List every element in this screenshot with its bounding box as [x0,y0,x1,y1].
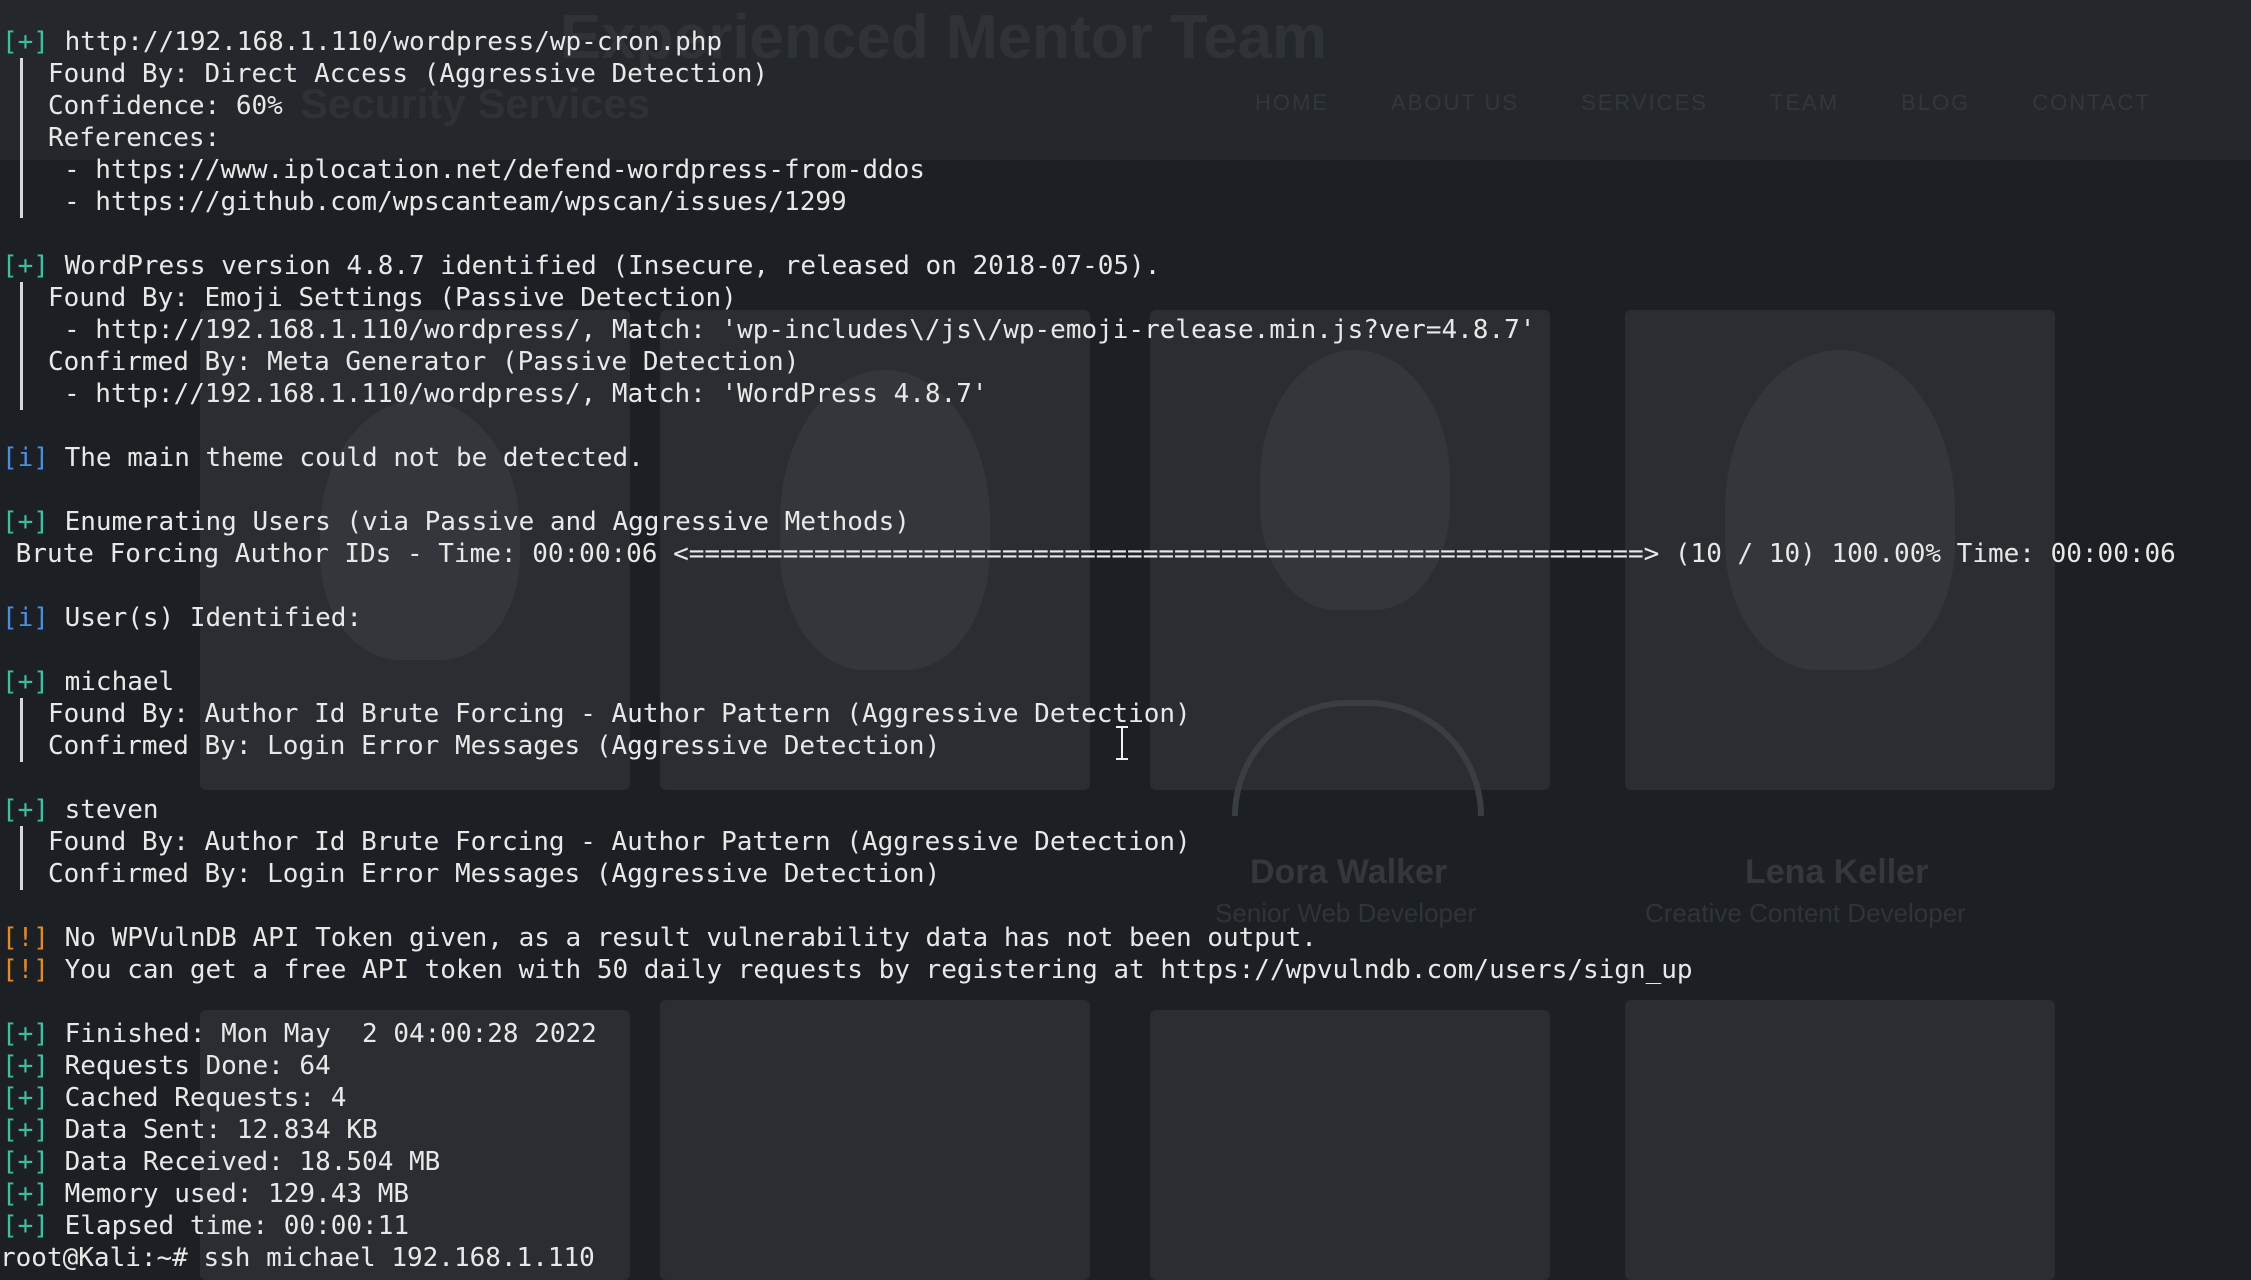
tree-bar [20,378,23,410]
tree-bar [20,698,23,730]
terminal-line: [+] Cached Requests: 4 [0,1082,2251,1114]
terminal-line: [!] No WPVulnDB API Token given, as a re… [0,922,2251,954]
status-tag: [i] [2,603,49,633]
terminal-line-text: You can get a free API token with 50 dai… [48,955,1693,985]
tree-bar [20,122,23,154]
terminal-line-text: Data Received: 18.504 MB [48,1147,441,1177]
terminal-line-text: Finished: Mon May 2 04:00:28 2022 [48,1019,597,1049]
terminal-line: [+] Enumerating Users (via Passive and A… [0,506,2251,538]
terminal-line: [+] Data Sent: 12.834 KB [0,1114,2251,1146]
tree-bar [20,154,23,186]
terminal-line-text: Enumerating Users (via Passive and Aggre… [48,507,910,537]
status-tag: [+] [2,1051,49,1081]
tree-bar [20,730,23,762]
terminal-line: [+] michael [0,666,2251,698]
terminal-line: Found By: Author Id Brute Forcing - Auth… [0,826,2251,858]
terminal-line: [+] http://192.168.1.110/wordpress/wp-cr… [0,26,2251,58]
terminal-detail-text: Confirmed By: Login Error Messages (Aggr… [48,731,941,761]
terminal-line: - https://www.iplocation.net/defend-word… [0,154,2251,186]
terminal-detail-text: - http://192.168.1.110/wordpress/, Match… [64,315,1536,345]
terminal-detail-text: Confidence: 60% [48,91,283,121]
terminal-line: [+] Elapsed time: 00:00:11 [0,1210,2251,1242]
terminal-line-text: WordPress version 4.8.7 identified (Inse… [48,251,1161,281]
terminal-line: [+] WordPress version 4.8.7 identified (… [0,250,2251,282]
terminal-output[interactable]: [+] http://192.168.1.110/wordpress/wp-cr… [0,0,2251,1280]
terminal-detail-text: Confirmed By: Meta Generator (Passive De… [48,347,800,377]
status-tag: [+] [2,1083,49,1113]
terminal-line: [+] steven [0,794,2251,826]
terminal-line: Brute Forcing Author IDs - Time: 00:00:0… [0,538,2251,570]
terminal-line-text: Cached Requests: 4 [48,1083,347,1113]
terminal-line: [i] The main theme could not be detected… [0,442,2251,474]
terminal-detail-text: Found By: Emoji Settings (Passive Detect… [48,283,737,313]
terminal-detail-text: - http://192.168.1.110/wordpress/, Match… [64,379,988,409]
terminal-line-text: Memory used: 129.43 MB [48,1179,409,1209]
terminal-line: [+] Finished: Mon May 2 04:00:28 2022 [0,1018,2251,1050]
terminal-detail-text: - https://github.com/wpscanteam/wpscan/i… [64,187,847,217]
status-tag: [!] [2,923,49,953]
terminal-line: root@Kali:~# ssh michael 192.168.1.110 [0,1242,2251,1274]
terminal-detail-text: Found By: Author Id Brute Forcing - Auth… [48,699,1191,729]
status-tag: [+] [2,251,49,281]
tree-bar [20,826,23,858]
tree-bar [20,90,23,122]
terminal-line-text: Data Sent: 12.834 KB [48,1115,378,1145]
terminal-line: - http://192.168.1.110/wordpress/, Match… [0,314,2251,346]
terminal-line-text: Requests Done: 64 [48,1051,331,1081]
status-tag: [+] [2,1019,49,1049]
terminal-line: Found By: Emoji Settings (Passive Detect… [0,282,2251,314]
terminal-detail-text: Confirmed By: Login Error Messages (Aggr… [48,859,941,889]
terminal-line: - http://192.168.1.110/wordpress/, Match… [0,378,2251,410]
status-tag: [!] [2,955,49,985]
status-tag: [+] [2,1211,49,1241]
terminal-line: [+] Memory used: 129.43 MB [0,1178,2251,1210]
status-tag: [+] [2,507,49,537]
tree-bar [20,858,23,890]
tree-bar [20,186,23,218]
terminal-line: [+] Requests Done: 64 [0,1050,2251,1082]
status-tag: [i] [2,443,49,473]
terminal-line: Confidence: 60% [0,90,2251,122]
terminal-line-text: User(s) Identified: [48,603,363,633]
terminal-line-text: No WPVulnDB API Token given, as a result… [48,923,1317,953]
terminal-line-text: The main theme could not be detected. [48,443,644,473]
terminal-detail-text: Found By: Direct Access (Aggressive Dete… [48,59,769,89]
tree-bar [20,314,23,346]
terminal-line: [+] Data Received: 18.504 MB [0,1146,2251,1178]
terminal-line: Confirmed By: Login Error Messages (Aggr… [0,858,2251,890]
status-tag: [+] [2,27,49,57]
status-tag: [+] [2,1179,49,1209]
status-tag: [+] [2,795,49,825]
terminal-line: [i] User(s) Identified: [0,602,2251,634]
terminal-line-text: root@Kali:~# ssh michael 192.168.1.110 [0,1243,595,1273]
terminal-line: - https://github.com/wpscanteam/wpscan/i… [0,186,2251,218]
terminal-line: [!] You can get a free API token with 50… [0,954,2251,986]
tree-bar [20,346,23,378]
terminal-line: Found By: Direct Access (Aggressive Dete… [0,58,2251,90]
terminal-detail-text: References: [48,123,221,153]
tree-bar [20,282,23,314]
terminal-line: Confirmed By: Meta Generator (Passive De… [0,346,2251,378]
terminal-detail-text: Found By: Author Id Brute Forcing - Auth… [48,827,1191,857]
terminal-line-text: steven [48,795,159,825]
status-tag: [+] [2,667,49,697]
terminal-line-text: Brute Forcing Author IDs - Time: 00:00:0… [0,539,2176,569]
status-tag: [+] [2,1115,49,1145]
terminal-line: References: [0,122,2251,154]
terminal-line-text: http://192.168.1.110/wordpress/wp-cron.p… [48,27,723,57]
status-tag: [+] [2,1147,49,1177]
terminal-detail-text: - https://www.iplocation.net/defend-word… [64,155,925,185]
text-cursor-icon [1116,726,1128,760]
tree-bar [20,58,23,90]
terminal-line-text: michael [48,667,175,697]
terminal-line-text: Elapsed time: 00:00:11 [48,1211,409,1241]
